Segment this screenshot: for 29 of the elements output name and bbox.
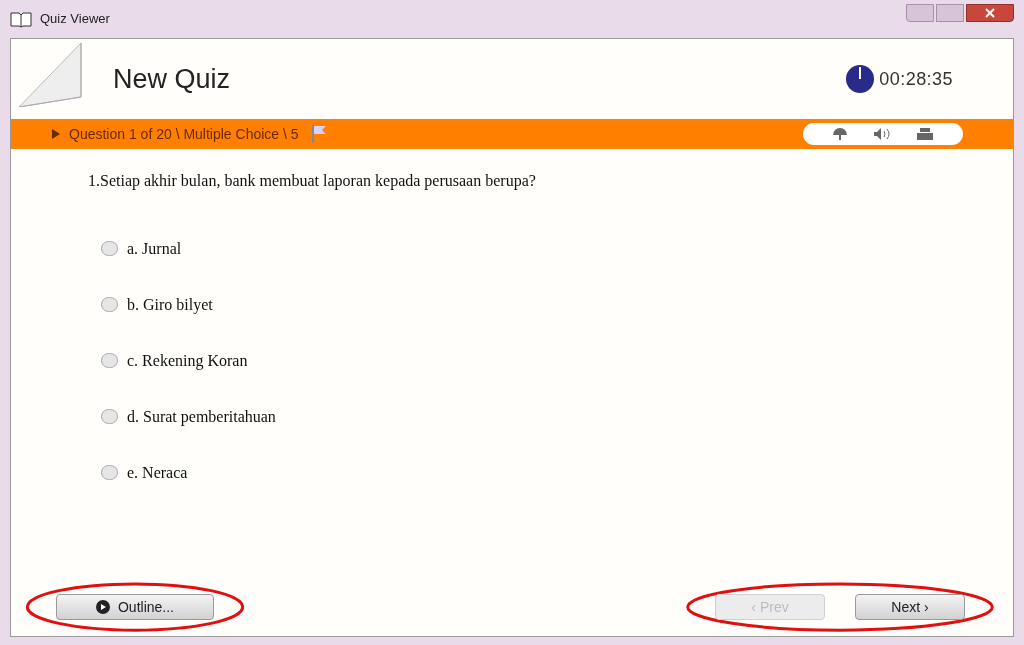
- radio-button[interactable]: [101, 297, 118, 312]
- timer: 00:28:35: [879, 67, 953, 91]
- play-icon: [96, 600, 110, 614]
- bullet-icon: [51, 128, 61, 140]
- close-icon: [985, 8, 995, 18]
- speaker-icon[interactable]: [873, 127, 891, 141]
- maximize-button[interactable]: [936, 4, 964, 22]
- answer-option[interactable]: b. Giro bilyet: [101, 293, 1013, 316]
- printer-icon[interactable]: [916, 127, 935, 141]
- minimize-button[interactable]: [906, 4, 934, 22]
- radio-button[interactable]: [101, 409, 118, 424]
- radio-button[interactable]: [101, 353, 118, 368]
- question-text: 1.Setiap akhir bulan, bank membuat laporan kepada perusaan berupa?: [88, 171, 537, 192]
- flag-icon: [310, 124, 329, 144]
- next-button[interactable]: Next ›: [855, 594, 965, 620]
- answer-option[interactable]: e. Neraca: [101, 461, 1013, 484]
- clock-icon: [845, 64, 876, 94]
- outline-button[interactable]: Outline...: [56, 594, 214, 620]
- question-info: Question 1 of 20 \ Multiple Choice \ 5: [69, 124, 299, 144]
- book-icon: [10, 10, 32, 28]
- quiz-title: New Quiz: [113, 62, 231, 96]
- umbrella-icon[interactable]: [831, 127, 848, 141]
- radio-button[interactable]: [101, 465, 118, 480]
- radio-button[interactable]: [101, 241, 118, 256]
- window-title: Quiz Viewer: [40, 10, 110, 29]
- answer-option[interactable]: c. Rekening Koran: [101, 349, 1013, 372]
- close-button[interactable]: [966, 4, 1014, 22]
- answer-option[interactable]: a. Jurnal: [101, 237, 1013, 260]
- answer-option[interactable]: d. Surat pemberitahuan: [101, 405, 1013, 428]
